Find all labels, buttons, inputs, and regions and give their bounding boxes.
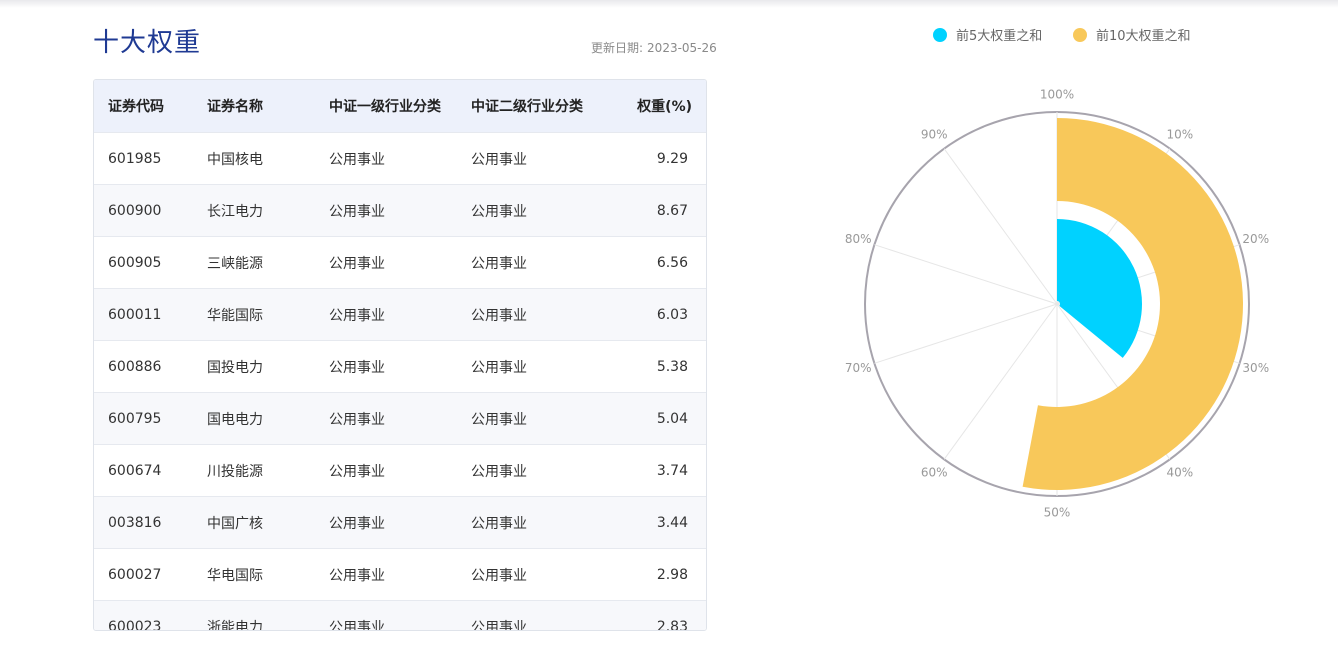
cell-code: 600905 <box>94 236 206 289</box>
angle-tick-label: 50% <box>1044 506 1071 520</box>
table-row: 600905 三峡能源 公用事业 公用事业 6.56 <box>94 236 706 289</box>
update-date: 更新日期: 2023-05-26 <box>591 39 717 56</box>
top-ten-table: 证券代码 证券名称 中证一级行业分类 中证二级行业分类 权重(%) 601985… <box>93 79 707 631</box>
cell-weight: 5.04 <box>612 392 706 445</box>
legend-item-top10[interactable]: 前10大权重之和 <box>1073 25 1191 44</box>
column-header-weight[interactable]: 权重(%) <box>612 80 706 133</box>
legend-dot-top10 <box>1073 27 1087 42</box>
cell-code: 003816 <box>94 496 206 549</box>
cell-industry-l2: 公用事业 <box>470 444 612 497</box>
cell-industry-l1: 公用事业 <box>328 184 470 237</box>
cell-industry-l1: 公用事业 <box>328 236 470 289</box>
angle-tick-label: 60% <box>921 466 948 480</box>
angle-tick-label: 100% <box>1040 88 1074 102</box>
table-row: 003816 中国广核 公用事业 公用事业 3.44 <box>94 496 706 549</box>
table-row: 600795 国电电力 公用事业 公用事业 5.04 <box>94 392 706 445</box>
cell-industry-l2: 公用事业 <box>470 548 612 601</box>
angle-tick-label: 90% <box>921 127 948 141</box>
cell-name: 华能国际 <box>206 288 328 341</box>
cell-code: 600900 <box>94 184 206 237</box>
angle-tick-label: 20% <box>1242 232 1269 246</box>
legend-dot-top5 <box>933 27 947 42</box>
cell-industry-l1: 公用事业 <box>328 548 470 601</box>
cell-industry-l2: 公用事业 <box>470 600 612 630</box>
cell-industry-l1: 公用事业 <box>328 600 470 630</box>
cell-code: 600011 <box>94 288 206 341</box>
polar-bar-chart: 100% 10% 20% 30% 40% 50% 60% 70% 80% 90% <box>845 88 1269 520</box>
angle-tick-label: 80% <box>845 232 872 246</box>
angle-tick-label: 70% <box>845 361 872 375</box>
cell-industry-l2: 公用事业 <box>470 184 612 237</box>
cell-code: 600886 <box>94 340 206 393</box>
cell-name: 中国广核 <box>206 496 328 549</box>
angle-tick-label: 10% <box>1167 127 1194 141</box>
cell-code: 600023 <box>94 600 206 630</box>
cell-industry-l1: 公用事业 <box>328 444 470 497</box>
table-row: 600886 国投电力 公用事业 公用事业 5.38 <box>94 340 706 393</box>
cell-weight: 9.29 <box>612 132 706 185</box>
cell-industry-l1: 公用事业 <box>328 132 470 185</box>
cell-name: 三峡能源 <box>206 236 328 289</box>
cell-name: 中国核电 <box>206 132 328 185</box>
cell-name: 长江电力 <box>206 184 328 237</box>
cell-industry-l2: 公用事业 <box>470 392 612 445</box>
cell-industry-l1: 公用事业 <box>328 340 470 393</box>
cell-name: 国电电力 <box>206 392 328 445</box>
column-header-code[interactable]: 证券代码 <box>94 80 206 133</box>
cell-industry-l1: 公用事业 <box>328 496 470 549</box>
cell-industry-l2: 公用事业 <box>470 236 612 289</box>
cell-weight: 2.98 <box>612 548 706 601</box>
legend-label-top10: 前10大权重之和 <box>1096 29 1191 44</box>
cell-name: 华电国际 <box>206 548 328 601</box>
table-header-row: 证券代码 证券名称 中证一级行业分类 中证二级行业分类 权重(%) <box>94 80 706 133</box>
angle-tick-label: 30% <box>1242 361 1269 375</box>
table-row: 600674 川投能源 公用事业 公用事业 3.74 <box>94 444 706 497</box>
top-shadow-bar <box>0 0 1338 8</box>
cell-industry-l1: 公用事业 <box>328 392 470 445</box>
cell-weight: 6.03 <box>612 288 706 341</box>
table-row: 600900 长江电力 公用事业 公用事业 8.67 <box>94 184 706 237</box>
table-row: 600011 华能国际 公用事业 公用事业 6.03 <box>94 288 706 341</box>
column-header-name[interactable]: 证券名称 <box>206 80 328 133</box>
table-row: 600027 华电国际 公用事业 公用事业 2.98 <box>94 548 706 601</box>
cell-weight: 2.83 <box>612 600 706 630</box>
cell-code: 600795 <box>94 392 206 445</box>
cell-industry-l2: 公用事业 <box>470 340 612 393</box>
cell-code: 600674 <box>94 444 206 497</box>
cell-name: 川投能源 <box>206 444 328 497</box>
cell-code: 600027 <box>94 548 206 601</box>
cell-weight: 3.44 <box>612 496 706 549</box>
update-date-label: 更新日期: <box>591 41 644 55</box>
cell-industry-l2: 公用事业 <box>470 496 612 549</box>
cell-weight: 6.56 <box>612 236 706 289</box>
cell-code: 601985 <box>94 132 206 185</box>
table-row: 600023 浙能电力 公用事业 公用事业 2.83 <box>94 600 706 630</box>
page-title: 十大权重 <box>93 28 202 58</box>
column-header-industry-l1[interactable]: 中证一级行业分类 <box>328 80 470 133</box>
cell-industry-l2: 公用事业 <box>470 288 612 341</box>
cell-name: 国投电力 <box>206 340 328 393</box>
update-date-value: 2023-05-26 <box>647 41 717 55</box>
table-row: 601985 中国核电 公用事业 公用事业 9.29 <box>94 132 706 185</box>
legend-item-top5[interactable]: 前5大权重之和 <box>933 25 1042 44</box>
cell-industry-l1: 公用事业 <box>328 288 470 341</box>
cell-industry-l2: 公用事业 <box>470 132 612 185</box>
legend-label-top5: 前5大权重之和 <box>956 29 1043 44</box>
column-header-industry-l2[interactable]: 中证二级行业分类 <box>470 80 612 133</box>
cell-weight: 8.67 <box>612 184 706 237</box>
cell-name: 浙能电力 <box>206 600 328 630</box>
cell-weight: 5.38 <box>612 340 706 393</box>
angle-tick-label: 40% <box>1167 466 1194 480</box>
cell-weight: 3.74 <box>612 444 706 497</box>
